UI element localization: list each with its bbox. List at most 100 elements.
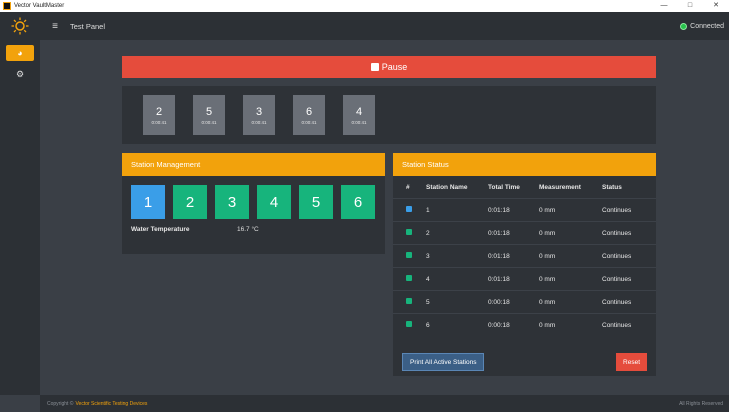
minimize-button[interactable]: — [651, 0, 677, 12]
app-icon [3, 2, 11, 10]
table-row: 1 0:01:18 0 mm Continues [393, 198, 656, 221]
table-row: 2 0:01:18 0 mm Continues [393, 221, 656, 244]
row-indicator [406, 206, 426, 214]
cell-measurement: 0 mm [539, 321, 556, 329]
timer-station-number: 5 [205, 105, 213, 118]
table-body: 1 0:01:18 0 mm Continues 2 0:01:18 0 mm Continu… [393, 198, 656, 336]
status-indicator-icon [406, 229, 412, 235]
row-indicator [406, 321, 426, 329]
station-button-2[interactable]: 2 [173, 185, 207, 219]
status-indicator-icon [406, 321, 412, 327]
pause-checkbox-icon [370, 63, 379, 71]
row-indicator [406, 275, 426, 283]
timer-station-number: 6 [305, 105, 313, 118]
water-temperature: Water Temperature 16.7 °C [122, 219, 385, 233]
sun-logo-icon [11, 17, 29, 35]
station-status-title: Station Status [393, 153, 656, 176]
cell-status: Continues [602, 298, 632, 306]
hamburger-menu-icon[interactable]: ≡ [40, 21, 70, 32]
timer-card[interactable]: 5 0:00:41 [193, 95, 225, 135]
cell-status: Continues [602, 229, 632, 237]
page-title: Test Panel [70, 21, 106, 31]
timer-elapsed: 0:00:41 [301, 119, 317, 125]
station-button-3[interactable]: 3 [215, 185, 249, 219]
timer-card[interactable]: 6 0:00:41 [293, 95, 325, 135]
cell-total-time: 0:01:18 [488, 275, 510, 283]
cell-status: Continues [602, 275, 632, 283]
table-header: # Station Name Total Time Measurement St… [393, 176, 656, 198]
reset-button[interactable]: Reset [616, 353, 647, 371]
station-button-5[interactable]: 5 [299, 185, 333, 219]
connected-status-icon [680, 22, 688, 30]
timer-elapsed: 0:00:41 [151, 119, 167, 125]
print-all-active-stations-button[interactable]: Print All Active Stations [402, 353, 485, 371]
timer-elapsed: 0:00:41 [251, 119, 267, 125]
cell-measurement: 0 mm [539, 229, 556, 237]
timer-elapsed: 0:00:41 [201, 119, 217, 125]
copyright-text: Copyright © [47, 400, 74, 407]
cell-measurement: 0 mm [539, 206, 556, 214]
status-panel-footer: Print All Active Stations Reset [402, 353, 647, 371]
water-temperature-value: 16.7 °C [237, 226, 259, 233]
pause-button[interactable]: Pause [122, 56, 656, 78]
timer-station-number: 4 [355, 105, 363, 118]
cell-total-time: 0:01:18 [488, 252, 510, 260]
table-row: 5 0:00:18 0 mm Continues [393, 290, 656, 313]
connection-status-label: Connected [690, 22, 724, 30]
station-button-4[interactable]: 4 [257, 185, 291, 219]
cell-status: Continues [602, 252, 632, 260]
rights-text: All Rights Reserved [679, 400, 723, 407]
row-indicator [406, 229, 426, 237]
cell-station-name: 1 [426, 206, 430, 214]
status-indicator-icon [406, 275, 412, 281]
timer-card[interactable]: 4 0:00:41 [343, 95, 375, 135]
cell-total-time: 0:01:18 [488, 229, 510, 237]
gears-icon: ⚙ [15, 68, 25, 79]
sidebar-item-settings[interactable]: ⚙ [6, 66, 34, 82]
cell-station-name: 5 [426, 298, 430, 306]
table-row: 4 0:01:18 0 mm Continues [393, 267, 656, 290]
maximize-button[interactable]: □ [677, 0, 703, 12]
logo [0, 12, 40, 40]
timer-elapsed: 0:00:41 [351, 119, 367, 125]
cell-station-name: 3 [426, 252, 430, 260]
cell-measurement: 0 mm [539, 275, 556, 283]
cell-status: Continues [602, 321, 632, 329]
status-indicator-icon [406, 206, 412, 212]
close-button[interactable]: ✕ [703, 0, 729, 12]
column-header-status: Status [602, 183, 622, 191]
window-controls: — □ ✕ [651, 0, 729, 12]
column-header-measurement: Measurement [539, 183, 581, 191]
cell-total-time: 0:00:18 [488, 321, 510, 329]
app-footer: Copyright © Vector Scientific Testing De… [40, 395, 729, 412]
column-header-number: # [406, 183, 410, 191]
timer-card[interactable]: 3 0:00:41 [243, 95, 275, 135]
cell-status: Continues [602, 206, 632, 214]
connection-status: Connected [680, 22, 724, 30]
station-button-1[interactable]: 1 [131, 185, 165, 219]
station-management-panel: Station Management 1 2 3 4 5 6 Water Tem… [122, 153, 385, 254]
table-row: 3 0:01:18 0 mm Continues [393, 244, 656, 267]
cell-measurement: 0 mm [539, 298, 556, 306]
active-timers-panel: 2 0:00:41 5 0:00:41 3 0:00:41 6 0:00:41 … [122, 86, 656, 144]
window-title: Vector VaultMaster [14, 3, 65, 9]
cell-total-time: 0:01:18 [488, 206, 510, 214]
cell-total-time: 0:00:18 [488, 298, 510, 306]
column-header-total-time: Total Time [488, 183, 520, 191]
station-button-6[interactable]: 6 [341, 185, 375, 219]
row-indicator [406, 298, 426, 306]
water-temperature-label: Water Temperature [131, 226, 190, 233]
cell-station-name: 4 [426, 275, 430, 283]
sidebar-item-dashboard[interactable]: ◕ [6, 45, 34, 61]
company-link[interactable]: Vector Scientific Testing Devices [75, 401, 147, 407]
pause-label: Pause [381, 62, 408, 72]
column-header-station-name: Station Name [426, 183, 468, 191]
station-buttons: 1 2 3 4 5 6 [122, 176, 385, 219]
dashboard-icon: ◕ [17, 48, 23, 58]
app-header: ≡ Test Panel Connected [0, 12, 729, 40]
timer-card[interactable]: 2 0:00:41 [143, 95, 175, 135]
sidebar: ◕ ⚙ [0, 40, 40, 395]
timer-station-number: 2 [155, 105, 163, 118]
status-indicator-icon [406, 298, 412, 304]
timer-station-number: 3 [255, 105, 263, 118]
